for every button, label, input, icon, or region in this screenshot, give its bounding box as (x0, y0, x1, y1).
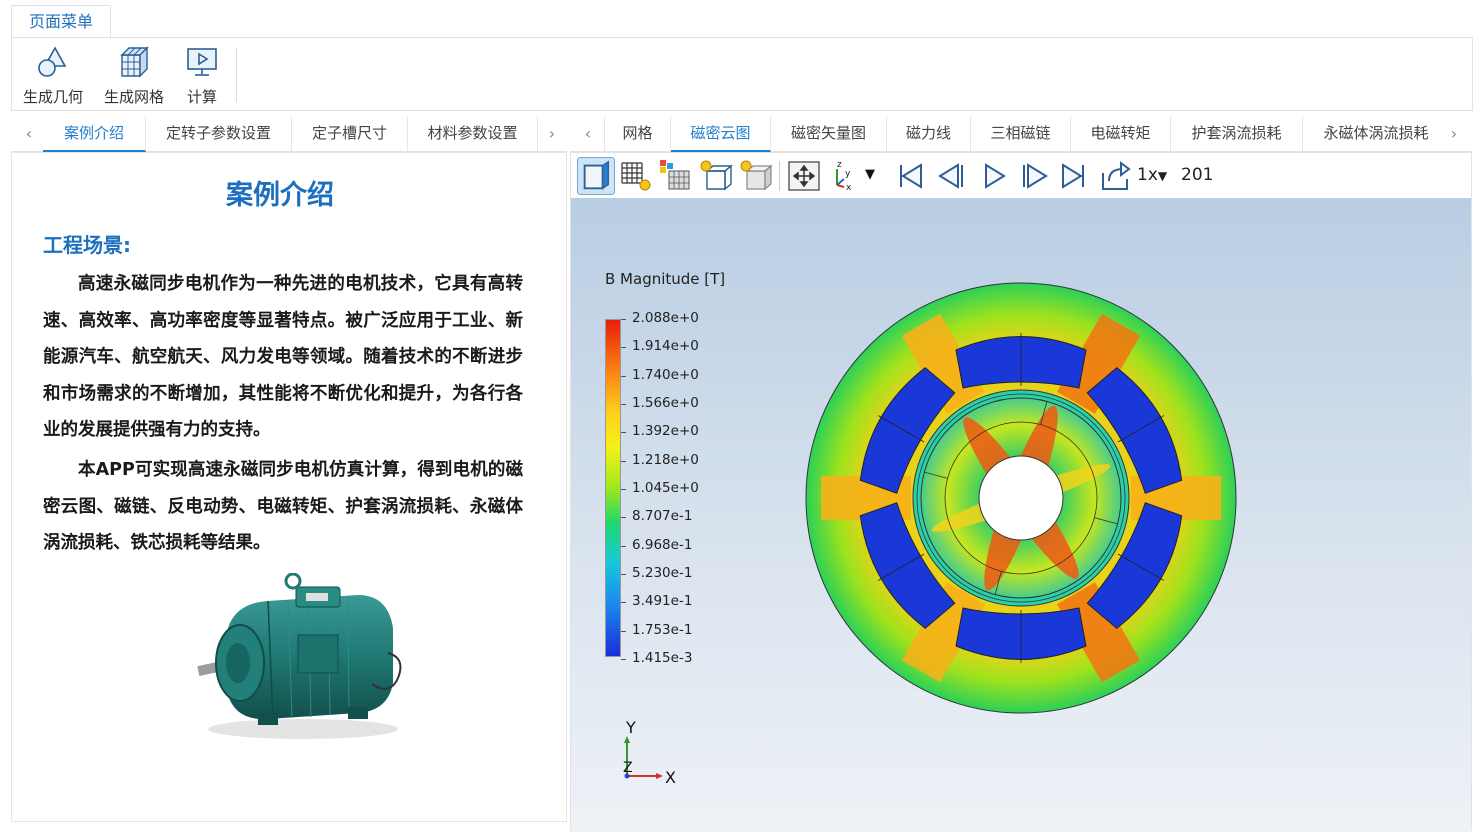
flux-density-contour-plot (805, 282, 1237, 714)
axis-triad: Y X Z (623, 718, 676, 787)
intro-title: 案例介绍 (226, 180, 334, 211)
intro-paragraph-2: 本APP可实现高速永磁同步电机仿真计算，得到电机的磁密云图、磁链、反电动势、电磁… (43, 460, 523, 553)
colorbar-tick-mark (621, 460, 626, 462)
tab-flux-density-contour[interactable]: 磁密云图 (671, 116, 771, 152)
toolbar-divider (779, 161, 780, 191)
colorbar-tick-label: 1.392e+0 (632, 423, 699, 440)
axes-orientation-icon[interactable]: z y x (827, 157, 865, 195)
last-frame-icon[interactable] (1055, 157, 1093, 195)
colorbar-tick-label: 1.740e+0 (632, 366, 699, 383)
mesh-icon (120, 46, 149, 78)
right-tabs-prev-icon[interactable]: ‹ (576, 116, 600, 152)
colorbar-tick-mark (621, 319, 626, 320)
colorbar-tick-label: 3.491e-1 (632, 593, 693, 610)
svg-text:x: x (846, 183, 852, 193)
result-viewer: z y x ▼ 1x▼ 201 B Magnitude [T] 2.088e+0… (570, 152, 1472, 832)
colorbar-tick-label: 1.566e+0 (632, 395, 699, 411)
tab-magnet-eddy-loss[interactable]: 永磁体涡流损耗 (1303, 116, 1449, 152)
mesh-light-icon[interactable] (617, 157, 655, 195)
colorbar-tick-label: 1.753e-1 (632, 621, 693, 638)
colorbar-tick-label: 2.088e+0 (632, 310, 699, 326)
colored-mesh-icon[interactable] (657, 157, 695, 195)
colorbar-tick-mark (621, 347, 626, 349)
colorbar-tick-mark (621, 489, 626, 490)
tab-mesh[interactable]: 网格 (604, 116, 671, 152)
ribbon-toolbar: 生成几何 生成网格 计算 (11, 37, 1473, 111)
viewer-toolbar: z y x ▼ 1x▼ 201 (571, 153, 1471, 198)
generate-mesh-label: 生成网格 (103, 88, 164, 106)
left-tabbar: ‹ 案例介绍 定转子参数设置 定子槽尺寸 材料参数设置 › (11, 116, 567, 152)
colorbar-tick-mark (621, 659, 626, 660)
tab-three-phase-flux-linkage[interactable]: 三相磁链 (971, 116, 1071, 152)
loop-export-icon[interactable] (1097, 157, 1135, 195)
axis-x-label: X (665, 768, 676, 787)
generate-mesh-button[interactable]: 生成网格 (100, 44, 168, 106)
next-frame-icon[interactable] (1015, 157, 1053, 195)
tab-flux-lines[interactable]: 磁力线 (887, 116, 971, 152)
intro-paragraph-1: 高速永磁同步电机作为一种先进的电机技术，它具有高转速、高效率、高功率密度等显著特… (43, 274, 523, 440)
wireframe-light-icon[interactable] (697, 157, 735, 195)
colorbar-tick-mark (621, 545, 626, 547)
speed-dropdown[interactable]: 1x▼ (1137, 165, 1167, 185)
colorbar-tick-label: 8.707e-1 (632, 508, 693, 525)
speed-dropdown-icon: ▼ (1157, 169, 1168, 183)
left-tabs-prev-icon[interactable]: ‹ (17, 116, 41, 152)
speed-value: 1x (1137, 165, 1158, 185)
colorbar-tick-label: 1.914e+0 (632, 338, 699, 355)
axis-z-label: Z (623, 760, 633, 776)
frame-number: 201 (1181, 165, 1214, 185)
colorbar (605, 319, 621, 657)
left-tabs-next-icon[interactable]: › (540, 116, 564, 152)
colorbar-tick-mark (621, 404, 626, 405)
compute-button[interactable]: 计算 (180, 44, 224, 106)
svg-text:z: z (837, 160, 842, 170)
svg-text:y: y (845, 169, 851, 179)
colorbar-tick-label: 1.045e+0 (632, 480, 699, 496)
plot-canvas: B Magnitude [T] 2.088e+0 1.914e+0 1.740e+0… (571, 198, 1471, 832)
geometry-icon (38, 46, 67, 77)
right-tabs-next-icon[interactable]: › (1442, 116, 1466, 152)
colorbar-tick-label: 6.968e-1 (632, 536, 693, 553)
colorbar-tick-mark (621, 375, 626, 377)
surface-view-icon[interactable] (577, 157, 615, 195)
generate-geometry-button[interactable]: 生成几何 (20, 44, 86, 106)
legend-title: B Magnitude [T] (605, 270, 726, 288)
case-intro-panel: 案例介绍 工程场景: 高速永磁同步电机作为一种先进的电机技术，它具有高转速、高效… (11, 152, 567, 822)
first-frame-icon[interactable] (891, 157, 929, 195)
colorbar-tick-label: 1.415e-3 (632, 650, 693, 666)
fit-view-icon[interactable] (785, 157, 823, 195)
colorbar-tick-mark (621, 574, 626, 575)
tab-sleeve-eddy-loss[interactable]: 护套涡流损耗 (1171, 116, 1303, 152)
solid-light-icon[interactable] (737, 157, 775, 195)
tab-flux-density-vector[interactable]: 磁密矢量图 (771, 116, 887, 152)
colorbar-tick-mark (621, 630, 626, 632)
compute-label: 计算 (186, 88, 217, 106)
motor-image (197, 573, 402, 739)
axes-dropdown-icon[interactable]: ▼ (865, 167, 875, 182)
section-title: 工程场景: (43, 233, 131, 257)
right-tabbar: ‹ 网格 磁密云图 磁密矢量图 磁力线 三相磁链 电磁转矩 护套涡流损耗 永磁体… (570, 116, 1472, 152)
generate-geometry-label: 生成几何 (22, 88, 83, 106)
tab-case-intro[interactable]: 案例介绍 (43, 116, 146, 152)
compute-icon (187, 48, 217, 76)
previous-frame-icon[interactable] (933, 157, 971, 195)
tab-material-params[interactable]: 材料参数设置 (408, 116, 538, 152)
tab-stator-rotor-params[interactable]: 定转子参数设置 (146, 116, 292, 152)
play-icon[interactable] (975, 157, 1013, 195)
ribbon-divider (236, 48, 237, 102)
page-menu-tab[interactable]: 页面菜单 (11, 5, 111, 38)
colorbar-tick-mark (621, 432, 626, 434)
colorbar-tick-label: 1.218e+0 (632, 451, 699, 468)
tab-em-torque[interactable]: 电磁转矩 (1071, 116, 1171, 152)
axis-y-label: Y (625, 718, 636, 737)
colorbar-tick-mark (621, 517, 626, 519)
colorbar-tick-label: 5.230e-1 (632, 565, 693, 581)
tab-stator-slot-size[interactable]: 定子槽尺寸 (292, 116, 408, 152)
colorbar-tick-mark (621, 602, 626, 604)
